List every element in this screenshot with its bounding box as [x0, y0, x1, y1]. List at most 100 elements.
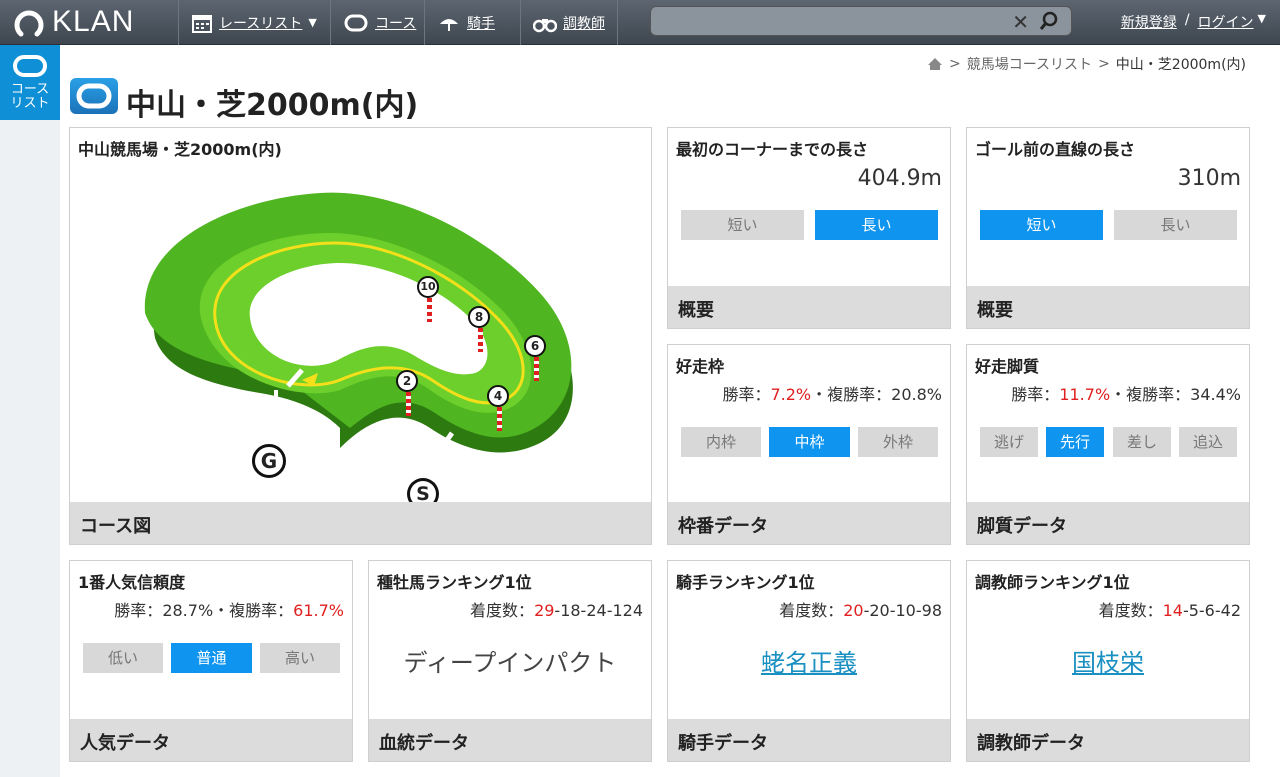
jockey-record: 着度数：20-20-10-98	[779, 601, 942, 620]
jockey-name-link[interactable]: 蛯名正義	[668, 643, 950, 678]
sire-name: ディープインパクト	[403, 649, 617, 677]
final-straight-title: ゴール前の直線の長さ	[975, 140, 1136, 159]
search-input[interactable]: ✕	[650, 6, 1072, 36]
gate-footer[interactable]: 枠番データ	[668, 502, 950, 544]
course-title-icon	[70, 78, 118, 114]
nav-course[interactable]: コース	[330, 0, 428, 45]
closer-option: 追込	[1179, 427, 1237, 457]
trainer-record: 着度数：14-5-6-42	[1098, 601, 1241, 620]
marker-8: 8	[468, 306, 492, 352]
marker-10: 10	[417, 276, 441, 322]
favorite-footer[interactable]: 人気データ	[70, 719, 352, 761]
trainer-footer[interactable]: 調教師データ	[967, 719, 1249, 761]
sidenav-label-2: リスト	[10, 96, 50, 111]
jockey-title: 騎手ランキング1位	[676, 573, 815, 592]
favorite-place-rate: 61.7%	[293, 601, 344, 620]
nav-race-list[interactable]: レースリスト ▼	[178, 0, 329, 45]
style-footer[interactable]: 脚質データ	[967, 502, 1249, 544]
breadcrumb-sep: >	[949, 56, 961, 72]
trainer-card: 調教師ランキング1位 着度数：14-5-6-42 国枝栄 調教師データ	[966, 560, 1250, 762]
short-option: 短い	[980, 210, 1103, 240]
front-runner-option: 先行	[1046, 427, 1104, 457]
sire-footer[interactable]: 血統データ	[369, 719, 651, 761]
course-diagram	[144, 192, 573, 473]
nav-trainer[interactable]: 調教師	[520, 0, 618, 45]
goal-marker: G	[252, 444, 286, 478]
nav-race-list-label: レースリスト	[219, 15, 303, 32]
nav-course-label: コース	[375, 15, 417, 32]
inner-gate-option: 内枠	[681, 427, 761, 457]
sire-title: 種牡馬ランキング1位	[377, 573, 532, 592]
gate-place-rate: 20.8%	[891, 385, 942, 404]
long-option: 長い	[815, 210, 938, 240]
logo-text: KLAN	[52, 5, 135, 38]
site-logo[interactable]: KLAN	[12, 5, 134, 39]
breadcrumb-sep: >	[1098, 56, 1110, 72]
escape-option: 逃げ	[980, 427, 1038, 457]
course-map-card: 中山競馬場・芝2000m(内) 10 8 6 2 4 G S コース図	[69, 127, 652, 545]
sidenav-label-1: コース	[10, 82, 50, 97]
marker-4: 4	[487, 385, 511, 431]
sidenav-course-list[interactable]: コース リスト	[0, 45, 60, 120]
calendar-icon	[192, 14, 212, 33]
register-link[interactable]: 新規登録	[1121, 12, 1177, 32]
favorite-card: 1番人気信頼度 勝率：28.7%・複勝率：61.7% 低い 普通 高い 人気デー…	[69, 560, 353, 762]
outer-gate-option: 外枠	[858, 427, 938, 457]
side-nav: コース リスト	[0, 45, 60, 777]
breadcrumb: > 競馬場コースリスト > 中山・芝2000m(内)	[927, 54, 1246, 74]
gate-win-rate: 7.2%	[770, 385, 812, 404]
normal-option: 普通	[171, 643, 252, 673]
binoculars-icon	[533, 18, 557, 32]
trainer-title: 調教師ランキング1位	[975, 573, 1130, 592]
low-option: 低い	[83, 643, 163, 673]
style-title: 好走脚質	[975, 357, 1040, 376]
auth-links: 新規登録 / ログイン ▼	[1121, 12, 1266, 32]
course-map-footer[interactable]: コース図	[70, 502, 651, 544]
sire-record: 着度数：29-18-24-124	[470, 601, 643, 620]
high-option: 高い	[260, 643, 340, 673]
breadcrumb-current: 中山・芝2000m(内)	[1115, 57, 1246, 73]
chevron-down-icon: ▼	[308, 16, 317, 29]
sire-card: 種牡馬ランキング1位 着度数：29-18-24-124 ディープインパクト 血統…	[368, 560, 652, 762]
final-straight-card: ゴール前の直線の長さ 310m 短い 長い 概要	[966, 127, 1250, 329]
nav-trainer-label: 調教師	[563, 15, 605, 32]
style-card: 好走脚質 勝率：11.7%・複勝率：34.4% 逃げ 先行 差し 追込 脚質デー…	[966, 344, 1250, 545]
top-bar: KLAN レースリスト ▼ コース 騎手 調教師 ✕ 新規登録 / ログイン ▼	[0, 0, 1280, 45]
page-title: 中山・芝2000m(内)	[126, 88, 419, 123]
home-icon[interactable]	[927, 57, 943, 71]
login-link[interactable]: ログイン	[1198, 12, 1254, 32]
jockey-card: 騎手ランキング1位 着度数：20-20-10-98 蛯名正義 騎手データ	[667, 560, 951, 762]
nav-jockey-label: 騎手	[467, 15, 495, 32]
middle-gate-option: 中枠	[769, 427, 850, 457]
gate-title: 好走枠	[676, 357, 725, 376]
short-option: 短い	[681, 210, 804, 240]
breadcrumb-level1[interactable]: 競馬場コースリスト	[967, 54, 1092, 74]
favorite-title: 1番人気信頼度	[78, 573, 186, 592]
style-win-rate: 11.7%	[1059, 385, 1111, 404]
chevron-down-icon[interactable]: ▼	[1258, 12, 1266, 32]
long-option: 長い	[1114, 210, 1237, 240]
nav-jockey[interactable]: 騎手	[424, 0, 507, 45]
search-icon[interactable]	[1039, 11, 1059, 31]
jockey-icon	[440, 18, 458, 31]
first-corner-footer[interactable]: 概要	[668, 286, 950, 328]
course-icon	[344, 14, 368, 31]
first-corner-value: 404.9m	[857, 166, 942, 191]
horseshoe-icon	[14, 10, 44, 37]
trainer-name-link[interactable]: 国枝栄	[967, 643, 1249, 678]
style-place-rate: 34.4%	[1190, 385, 1241, 404]
favorite-stats: 勝率：28.7%・複勝率：61.7%	[114, 601, 344, 620]
first-corner-title: 最初のコーナーまでの長さ	[676, 140, 869, 159]
course-icon	[13, 55, 47, 77]
gate-card: 好走枠 勝率：7.2%・複勝率：20.8% 内枠 中枠 外枠 枠番データ	[667, 344, 951, 545]
favorite-win-rate: 28.7%	[162, 601, 214, 620]
style-stats: 勝率：11.7%・複勝率：34.4%	[1011, 385, 1241, 404]
final-straight-value: 310m	[1177, 166, 1241, 191]
clear-icon[interactable]: ✕	[1012, 10, 1029, 34]
gate-stats: 勝率：7.2%・複勝率：20.8%	[722, 385, 942, 404]
auth-separator: /	[1184, 12, 1190, 28]
marker-2: 2	[396, 370, 420, 416]
marker-6: 6	[524, 335, 548, 381]
final-straight-footer[interactable]: 概要	[967, 286, 1249, 328]
jockey-footer[interactable]: 騎手データ	[668, 719, 950, 761]
